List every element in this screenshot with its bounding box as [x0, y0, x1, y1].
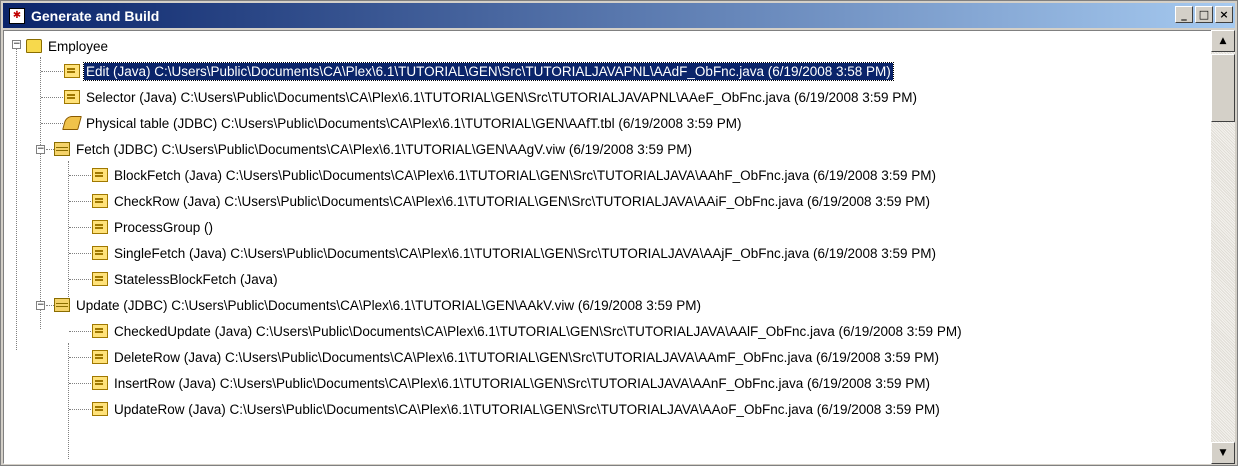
view-icon [54, 298, 70, 312]
tree-line [69, 357, 91, 358]
collapse-update-toggle[interactable]: − [36, 301, 45, 310]
tree-line [41, 71, 63, 72]
tree-item-deleterow[interactable]: DeleteRow (Java) C:\Users\Public\Documen… [92, 344, 941, 370]
tree-item-statelessblockfetch[interactable]: StatelessBlockFetch (Java) [92, 266, 280, 292]
tree-item-label: Physical table (JDBC) C:\Users\Public\Do… [86, 115, 742, 131]
tree-item-physical-table[interactable]: Physical table (JDBC) C:\Users\Public\Do… [62, 110, 744, 136]
tree-item-label: Selector (Java) C:\Users\Public\Document… [86, 89, 918, 105]
function-icon [92, 324, 108, 338]
tree-line [69, 175, 91, 176]
tree-item-processgroup[interactable]: ProcessGroup () [92, 214, 215, 240]
maximize-button[interactable]: □ [1195, 6, 1213, 23]
tree-item-fetch[interactable]: Fetch (JDBC) C:\Users\Public\Documents\C… [54, 136, 694, 162]
tree-root-employee[interactable]: Employee [26, 33, 110, 59]
tree-item-blockfetch[interactable]: BlockFetch (Java) C:\Users\Public\Docume… [92, 162, 938, 188]
generation-tree[interactable]: − Employee Edit (Java) C:\Users\Public\D… [3, 30, 1213, 464]
tree-item-label: UpdateRow (Java) C:\Users\Public\Documen… [114, 401, 940, 417]
scroll-down-button[interactable]: ▼ [1211, 442, 1235, 464]
tree-item-label: DeleteRow (Java) C:\Users\Public\Documen… [114, 349, 940, 365]
tree-line [46, 149, 54, 150]
function-icon [92, 376, 108, 390]
tree-item-checkedupdate[interactable]: CheckedUpdate (Java) C:\Users\Public\Doc… [92, 318, 964, 344]
tree-item-label: Edit (Java) C:\Users\Public\Documents\CA… [83, 61, 894, 81]
tree-line [69, 383, 91, 384]
tree-item-label: BlockFetch (Java) C:\Users\Public\Docume… [114, 167, 937, 183]
tree-line [46, 305, 54, 306]
tree-line [41, 97, 63, 98]
app-icon: ✱ [9, 7, 25, 24]
function-icon [64, 64, 80, 78]
tree-item-label: StatelessBlockFetch (Java) [114, 271, 278, 287]
function-icon [64, 90, 80, 104]
vertical-scrollbar[interactable]: ▲ ▼ [1211, 30, 1235, 464]
caption-buttons: _ □ × [1175, 6, 1233, 23]
generate-and-build-window: ✱ Generate and Build _ □ × − Employee Ed… [0, 0, 1238, 466]
tree-line [16, 45, 17, 350]
collapse-fetch-toggle[interactable]: − [36, 145, 45, 154]
tree-item-label: Update (JDBC) C:\Users\Public\Documents\… [76, 297, 701, 313]
tree-item-checkrow[interactable]: CheckRow (Java) C:\Users\Public\Document… [92, 188, 932, 214]
collapse-root-toggle[interactable]: − [12, 40, 21, 49]
function-icon [92, 246, 108, 260]
tree-line [69, 227, 91, 228]
tree-root-label: Employee [48, 38, 109, 54]
table-icon [62, 116, 82, 130]
function-icon [92, 350, 108, 364]
entity-folder-icon [26, 39, 42, 53]
tree-item-label: CheckRow (Java) C:\Users\Public\Document… [114, 193, 931, 209]
tree-line [41, 123, 63, 124]
function-icon [92, 402, 108, 416]
tree-line [69, 201, 91, 202]
tree-item-label: SingleFetch (Java) C:\Users\Public\Docum… [114, 245, 937, 261]
tree-item-update[interactable]: Update (JDBC) C:\Users\Public\Documents\… [54, 292, 703, 318]
tree-line [68, 161, 69, 303]
tree-item-singlefetch[interactable]: SingleFetch (Java) C:\Users\Public\Docum… [92, 240, 938, 266]
minimize-button[interactable]: _ [1175, 6, 1193, 23]
tree-item-label: CheckedUpdate (Java) C:\Users\Public\Doc… [114, 323, 962, 339]
tree-line [69, 409, 91, 410]
tree-item-updaterow[interactable]: UpdateRow (Java) C:\Users\Public\Documen… [92, 396, 942, 422]
tree-item-edit[interactable]: Edit (Java) C:\Users\Public\Documents\CA… [64, 58, 894, 84]
function-icon [92, 272, 108, 286]
tree-item-selector[interactable]: Selector (Java) C:\Users\Public\Document… [64, 84, 919, 110]
scroll-thumb[interactable] [1211, 54, 1235, 122]
function-icon [92, 220, 108, 234]
scroll-up-button[interactable]: ▲ [1211, 30, 1235, 52]
tree-item-label: Fetch (JDBC) C:\Users\Public\Documents\C… [76, 141, 692, 157]
view-icon [54, 142, 70, 156]
title-bar[interactable]: ✱ Generate and Build _ □ × [3, 3, 1235, 28]
tree-line [69, 331, 91, 332]
tree-item-label: InsertRow (Java) C:\Users\Public\Documen… [114, 375, 931, 391]
function-icon [92, 194, 108, 208]
tree-line [69, 253, 91, 254]
tree-item-label: ProcessGroup () [114, 219, 214, 235]
tree-line [69, 279, 91, 280]
close-button[interactable]: × [1215, 6, 1233, 23]
tree-item-insertrow[interactable]: InsertRow (Java) C:\Users\Public\Documen… [92, 370, 932, 396]
tree-line [68, 343, 69, 459]
window-title: Generate and Build [31, 7, 160, 24]
function-icon [92, 168, 108, 182]
